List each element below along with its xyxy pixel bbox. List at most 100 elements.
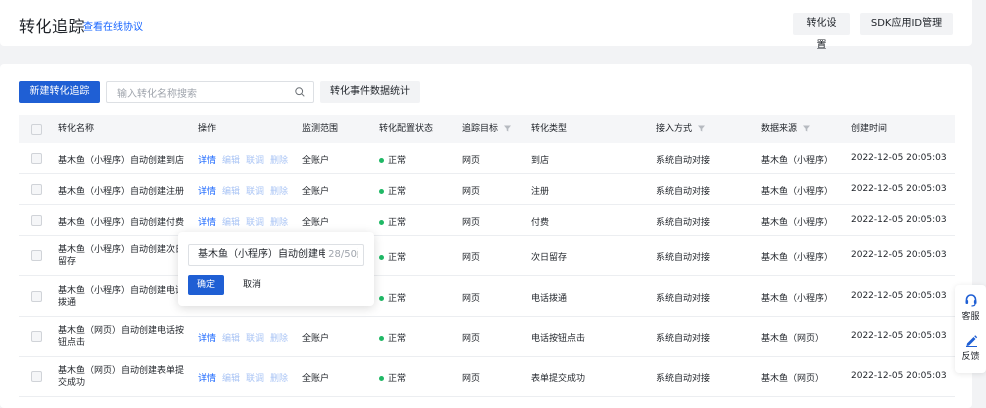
filter-icon[interactable]: [503, 125, 511, 132]
access-value: 系统自动对接: [656, 334, 711, 344]
detail-link[interactable]: 详情: [198, 187, 216, 197]
access-value: 系统自动对接: [656, 374, 711, 384]
search-input[interactable]: [107, 84, 287, 105]
access-value: 系统自动对接: [656, 218, 711, 228]
created-time: 2022-12-05 20:05:03: [851, 250, 947, 260]
row-actions: 详情 编辑 联调 删除: [198, 215, 294, 228]
status-dot-icon: [379, 220, 384, 225]
source-value: 基木鱼（网页）: [761, 374, 825, 384]
debug-link[interactable]: 联调: [246, 156, 264, 166]
column-header-target-label: 追踪目标: [462, 124, 499, 134]
scope-value: 全账户: [302, 187, 330, 197]
edit-link[interactable]: 编辑: [222, 156, 240, 166]
target-value: 网页: [462, 187, 481, 197]
row-checkbox[interactable]: [31, 371, 42, 382]
protocol-link[interactable]: 查看在线协议: [83, 18, 143, 33]
new-conversion-button[interactable]: 新建转化追踪: [19, 81, 100, 103]
row-checkbox[interactable]: [31, 331, 42, 342]
confirm-button[interactable]: 确定: [188, 275, 224, 295]
table-row: 基木鱼（网页）自动创建电话按钮点击 详情 编辑 联调 删除 全账户 正常 网页 电话按…: [19, 317, 955, 357]
source-value: 基木鱼（小程序）: [761, 253, 834, 263]
delete-link[interactable]: 删除: [270, 374, 288, 384]
row-actions: 详情 编辑 联调 删除: [198, 371, 294, 384]
feedback-button[interactable]: 反馈: [955, 333, 986, 362]
conversion-name: 基木鱼（小程序）自动创建到店: [58, 156, 185, 166]
row-actions: 详情 编辑 联调 删除: [198, 153, 294, 166]
target-value: 网页: [462, 156, 481, 166]
type-value: 表单提交成功: [531, 374, 586, 384]
status-dot-icon: [379, 255, 384, 260]
column-header-type: 转化类型: [531, 124, 568, 134]
status-text: 正常: [388, 334, 407, 344]
conversion-name: 基木鱼（小程序）自动创建次日留存: [58, 245, 185, 267]
status-dot-icon: [379, 296, 384, 301]
delete-link[interactable]: 删除: [270, 218, 288, 228]
row-checkbox[interactable]: [31, 215, 42, 226]
source-value: 基木鱼（小程序）: [761, 294, 834, 304]
status-badge: 正常: [379, 184, 406, 197]
conversion-name: 基木鱼（小程序）自动创建付费: [58, 218, 185, 228]
status-badge: 正常: [379, 215, 406, 228]
access-value: 系统自动对接: [656, 187, 711, 197]
edit-link[interactable]: 编辑: [222, 218, 240, 228]
target-value: 网页: [462, 253, 481, 263]
debug-link[interactable]: 联调: [246, 218, 264, 228]
edit-link[interactable]: 编辑: [222, 334, 240, 344]
table-row: 基木鱼（小程序）自动创建到店 详情 编辑 联调 删除 全账户 正常 网页 到店 系统自…: [19, 143, 955, 174]
search-icon[interactable]: [295, 87, 305, 97]
status-badge: 正常: [379, 153, 406, 166]
feedback-label: 反馈: [961, 352, 980, 362]
created-time: 2022-12-05 20:05:03: [851, 291, 947, 301]
column-header-access[interactable]: 接入方式: [656, 115, 705, 143]
status-badge: 正常: [379, 291, 406, 304]
filter-icon[interactable]: [802, 125, 810, 132]
column-header-source-label: 数据来源: [761, 124, 798, 134]
access-value: 系统自动对接: [656, 294, 711, 304]
edit-link[interactable]: 编辑: [222, 374, 240, 384]
sdk-app-id-button[interactable]: SDK应用ID管理: [860, 13, 953, 35]
delete-link[interactable]: 删除: [270, 334, 288, 344]
select-all-checkbox[interactable]: [31, 124, 42, 135]
conversion-settings-button[interactable]: 转化设置: [793, 13, 850, 51]
detail-link[interactable]: 详情: [198, 334, 216, 344]
row-checkbox[interactable]: [31, 291, 42, 302]
detail-link[interactable]: 详情: [198, 374, 216, 384]
type-value: 付费: [531, 218, 550, 228]
row-actions: 详情 编辑 联调 删除: [198, 331, 294, 344]
headset-icon: [965, 294, 976, 307]
delete-link[interactable]: 删除: [270, 156, 288, 166]
source-value: 基木鱼（小程序）: [761, 156, 834, 166]
row-actions: 详情 编辑 联调 删除: [198, 184, 294, 197]
column-header-target[interactable]: 追踪目标: [462, 115, 511, 143]
row-checkbox[interactable]: [31, 184, 42, 195]
status-dot-icon: [379, 158, 384, 163]
delete-link[interactable]: 删除: [270, 187, 288, 197]
customer-service-label: 客服: [961, 312, 980, 322]
debug-link[interactable]: 联调: [246, 374, 264, 384]
cancel-button[interactable]: 取消: [234, 275, 270, 295]
row-checkbox[interactable]: [31, 153, 42, 164]
rename-input[interactable]: 基木鱼（小程序）自动创建电话拨通 28/50: [188, 244, 364, 266]
edit-link[interactable]: 编辑: [222, 187, 240, 197]
debug-link[interactable]: 联调: [246, 334, 264, 344]
row-checkbox[interactable]: [31, 250, 42, 261]
page-header: 转化追踪 查看在线协议 转化设置 SDK应用ID管理: [0, 0, 972, 51]
main-panel: 新建转化追踪 转化事件数据统计 转化名称 操作 监测范围 转化配置状态 追踪目标…: [0, 64, 972, 408]
page-title: 转化追踪: [19, 17, 86, 36]
status-badge: 正常: [379, 371, 406, 384]
column-header-access-label: 接入方式: [656, 124, 693, 134]
column-header-source[interactable]: 数据来源: [761, 115, 810, 143]
event-stats-button[interactable]: 转化事件数据统计: [320, 81, 420, 103]
status-badge: 正常: [379, 331, 406, 344]
customer-service-button[interactable]: 客服: [955, 293, 986, 322]
debug-link[interactable]: 联调: [246, 187, 264, 197]
detail-link[interactable]: 详情: [198, 218, 216, 228]
rename-popover: 基木鱼（小程序）自动创建电话拨通 28/50 确定 取消: [178, 232, 374, 306]
filter-icon[interactable]: [697, 125, 705, 132]
detail-link[interactable]: 详情: [198, 156, 216, 166]
created-time: 2022-12-05 20:05:03: [851, 371, 947, 381]
access-value: 系统自动对接: [656, 156, 711, 166]
status-text: 正常: [388, 187, 407, 197]
access-value: 系统自动对接: [656, 253, 711, 263]
created-time: 2022-12-05 20:05:03: [851, 331, 947, 341]
